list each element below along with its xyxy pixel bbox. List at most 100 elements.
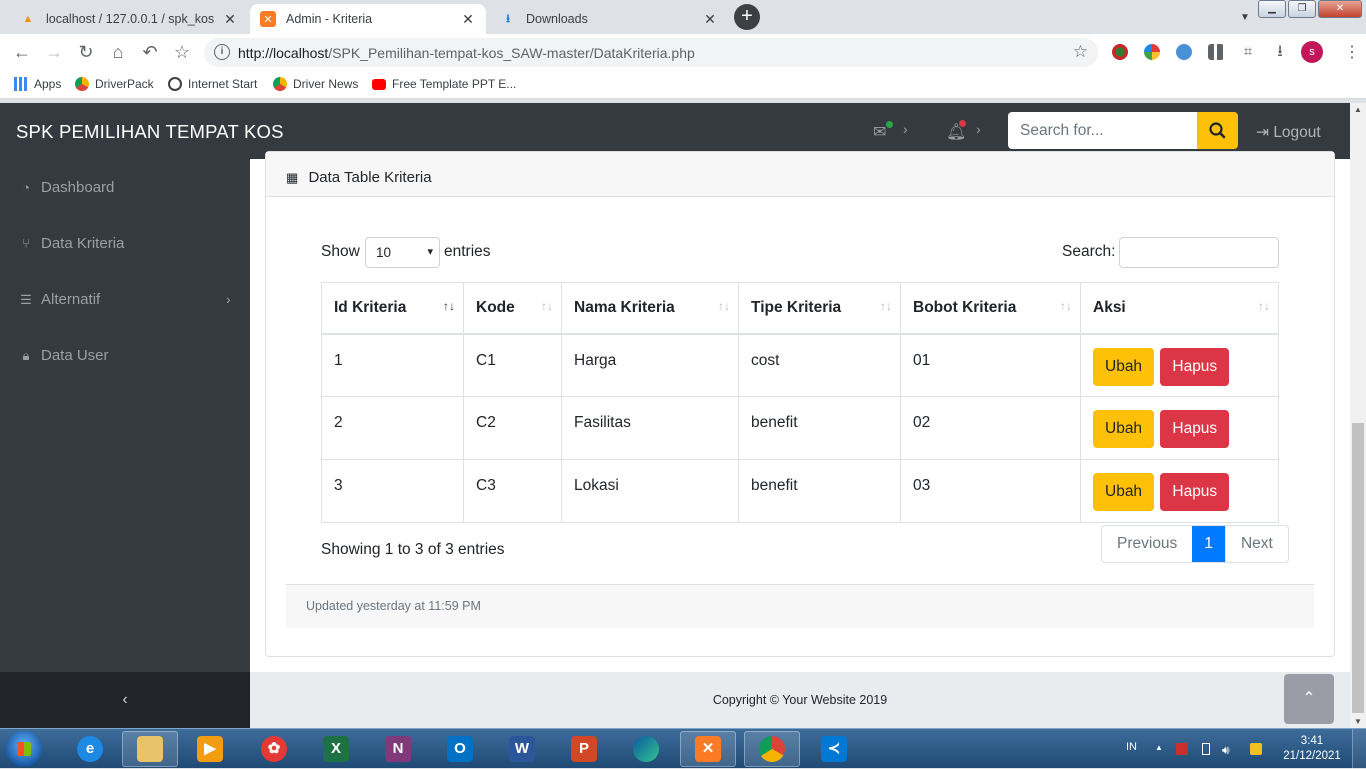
browser-menu-icon[interactable]: ⋮ bbox=[1344, 42, 1360, 62]
edit-button[interactable]: Ubah bbox=[1093, 473, 1155, 511]
clock[interactable]: 3:41 21/12/2021 bbox=[1282, 734, 1342, 764]
taskbar-file-explorer[interactable] bbox=[122, 731, 178, 767]
column-header-tipe[interactable]: Tipe Kriteria ↑↓ bbox=[738, 282, 901, 335]
battery-icon[interactable] bbox=[1202, 743, 1210, 755]
column-header-kode[interactable]: Kode ↑↓ bbox=[463, 282, 562, 335]
bookmark-star-icon[interactable]: ☆ bbox=[172, 42, 192, 62]
show-desktop-button[interactable] bbox=[1352, 729, 1366, 769]
close-tab-icon[interactable]: ✕ bbox=[222, 11, 238, 28]
sidebar-item-alternatif[interactable]: ☰ Alternatif bbox=[18, 291, 100, 308]
navbar-search-button[interactable] bbox=[1197, 112, 1238, 149]
taskbar-xampp[interactable]: ✕ bbox=[680, 731, 736, 767]
scroll-to-top-button[interactable]: ⌃ bbox=[1284, 674, 1334, 724]
new-tab-button[interactable]: + bbox=[734, 4, 760, 30]
sidebar-item-label: Dashboard bbox=[41, 179, 115, 196]
profile-avatar[interactable]: s bbox=[1301, 41, 1323, 63]
bookmark-driverpack[interactable]: DriverPack bbox=[75, 77, 154, 91]
network-icon[interactable] bbox=[1176, 743, 1188, 755]
chevron-right-icon[interactable]: › bbox=[226, 291, 231, 307]
bookmark-page-icon[interactable]: ☆ bbox=[1073, 42, 1088, 62]
sidebar-toggle-button[interactable]: ‹ bbox=[0, 672, 250, 728]
taskbar-internet-explorer[interactable]: e bbox=[62, 731, 118, 767]
scroll-up-arrow[interactable]: ▲ bbox=[1354, 105, 1362, 114]
minimize-button[interactable]: ▁ bbox=[1258, 0, 1286, 18]
entries-length-select[interactable]: 10 ▾ bbox=[365, 237, 440, 268]
pagination-next[interactable]: Next bbox=[1224, 526, 1288, 562]
bookmark-driver-news[interactable]: Driver News bbox=[273, 77, 358, 91]
extensions-grid-icon[interactable] bbox=[1208, 44, 1224, 60]
scroll-down-arrow[interactable]: ▼ bbox=[1354, 717, 1362, 726]
bookmark-free-template[interactable]: Free Template PPT E... bbox=[372, 77, 516, 91]
delete-button[interactable]: Hapus bbox=[1160, 410, 1230, 448]
bookmark-internet-start[interactable]: Internet Start bbox=[168, 77, 257, 91]
pagination: Previous 1 Next bbox=[1101, 525, 1289, 563]
sidebar-item-dashboard[interactable]: ◔ Dashboard bbox=[18, 179, 114, 196]
taskbar-excel[interactable]: X bbox=[308, 731, 364, 767]
column-header-aksi[interactable]: Aksi ↑↓ bbox=[1080, 282, 1279, 335]
page-scrollbar[interactable]: ▲ ▼ bbox=[1350, 103, 1366, 728]
crop-icon[interactable]: ⌗ bbox=[1238, 42, 1258, 62]
taskbar-outlook[interactable]: O bbox=[432, 731, 488, 767]
maximize-button[interactable]: ❐ bbox=[1288, 0, 1316, 18]
sidebar-item-data-kriteria[interactable]: ⑂ Data Kriteria bbox=[18, 235, 124, 252]
home-icon[interactable]: ⌂ bbox=[108, 42, 128, 62]
column-header-nama[interactable]: Nama Kriteria ↑↓ bbox=[561, 282, 739, 335]
pagination-previous[interactable]: Previous bbox=[1102, 526, 1192, 562]
edit-button[interactable]: Ubah bbox=[1093, 410, 1155, 448]
close-tab-icon[interactable]: ✕ bbox=[702, 11, 718, 28]
reload-icon[interactable]: ↻ bbox=[76, 42, 96, 62]
delete-button[interactable]: Hapus bbox=[1160, 473, 1230, 511]
edit-button[interactable]: Ubah bbox=[1093, 347, 1155, 386]
bookmark-apps[interactable]: Apps bbox=[14, 77, 61, 91]
search-icon bbox=[1209, 122, 1226, 139]
taskbar-chrome[interactable] bbox=[744, 731, 800, 767]
extension-icon[interactable] bbox=[1176, 44, 1192, 60]
pagination-page-1[interactable]: 1 bbox=[1192, 526, 1225, 562]
table-icon: ▦ bbox=[286, 170, 299, 185]
address-bar[interactable]: i http://localhost/SPK_Pemilihan-tempat-… bbox=[204, 38, 1098, 67]
undo-icon[interactable]: ↶ bbox=[140, 42, 160, 62]
extension-icon[interactable] bbox=[1112, 44, 1128, 60]
column-header-bobot[interactable]: Bobot Kriteria ↑↓ bbox=[900, 282, 1081, 335]
navbar-search-input[interactable]: Search for... bbox=[1008, 112, 1198, 149]
tab-phpmyadmin[interactable]: ▲ localhost / 127.0.0.1 / spk_kos | p ✕ bbox=[10, 4, 248, 34]
notification-icon[interactable] bbox=[1250, 743, 1262, 755]
tab-admin-kriteria[interactable]: ✕ Admin - Kriteria ✕ bbox=[250, 4, 486, 34]
taskbar-edge[interactable] bbox=[618, 731, 674, 767]
taskbar-onenote[interactable]: N bbox=[370, 731, 426, 767]
downloads-icon[interactable]: ⭳ bbox=[1270, 42, 1290, 62]
delete-button[interactable]: Hapus bbox=[1160, 347, 1230, 386]
sidebar-item-label: Alternatif bbox=[41, 291, 101, 308]
kriteria-table: Id Kriteria ↑↓ Kode ↑↓ Nama Kriteria ↑↓ Tip… bbox=[321, 282, 1279, 523]
brand-title[interactable]: SPK PEMILIHAN TEMPAT KOS bbox=[16, 121, 284, 143]
bookmark-label: DriverPack bbox=[95, 77, 154, 91]
site-info-icon[interactable]: i bbox=[214, 44, 230, 60]
url-text[interactable]: http://localhost/SPK_Pemilihan-tempat-ko… bbox=[238, 45, 695, 61]
sort-icon: ↑↓ bbox=[1060, 299, 1072, 313]
tab-downloads[interactable]: ⭳ Downloads ✕ bbox=[490, 4, 728, 34]
color-picker-extension-icon[interactable] bbox=[1144, 44, 1160, 60]
bookmark-label: Internet Start bbox=[188, 77, 258, 91]
taskbar-vscode[interactable]: ≺ bbox=[806, 731, 862, 767]
xampp-icon: ✕ bbox=[695, 736, 721, 762]
tab-search-icon[interactable]: ▼ bbox=[1240, 12, 1250, 23]
show-hidden-icons[interactable]: ▲ bbox=[1155, 743, 1167, 755]
table-search-input[interactable] bbox=[1119, 237, 1279, 268]
sidebar-item-data-user[interactable]: 🔒︎ Data User bbox=[18, 347, 109, 364]
close-window-button[interactable]: ✕ bbox=[1318, 0, 1362, 18]
forward-icon[interactable]: → bbox=[44, 42, 64, 62]
taskbar-app[interactable]: ✿ bbox=[246, 731, 302, 767]
start-button[interactable] bbox=[6, 731, 42, 767]
language-indicator[interactable]: IN bbox=[1126, 741, 1137, 753]
column-header-id[interactable]: Id Kriteria ↑↓ bbox=[321, 282, 464, 335]
scrollbar-thumb[interactable] bbox=[1352, 423, 1364, 713]
volume-icon[interactable]: 🔊︎ bbox=[1222, 743, 1234, 757]
envelope-icon[interactable]: ✉ bbox=[873, 122, 886, 142]
taskbar-powerpoint[interactable]: P bbox=[556, 731, 612, 767]
close-tab-icon[interactable]: ✕ bbox=[460, 11, 476, 28]
back-icon[interactable]: ← bbox=[12, 42, 32, 62]
taskbar-media-player[interactable]: ▶ bbox=[182, 731, 238, 767]
bookmarks-bar: Apps DriverPack Internet Start Driver Ne… bbox=[0, 71, 1366, 99]
logout-link[interactable]: ⇥ Logout bbox=[1256, 123, 1321, 142]
taskbar-word[interactable]: W bbox=[494, 731, 550, 767]
